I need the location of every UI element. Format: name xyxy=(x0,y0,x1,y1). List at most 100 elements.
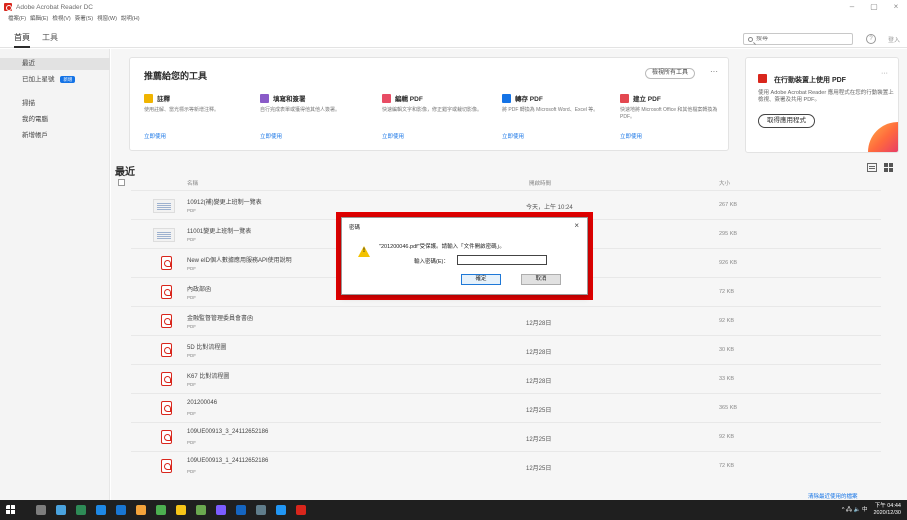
taskbar-app-icon[interactable] xyxy=(76,505,86,515)
windows-start-icon[interactable] xyxy=(6,505,16,515)
taskbar-app-icon[interactable] xyxy=(296,505,306,515)
select-all-checkbox[interactable] xyxy=(118,179,125,186)
table-row[interactable]: 金融監督管理委員會書函 PDF 12月28日 92 KB xyxy=(131,306,881,335)
file-type: PDF xyxy=(187,208,196,213)
recommended-title: 推薦給您的工具 xyxy=(144,71,208,81)
column-opened[interactable]: 開啟時間 xyxy=(529,179,551,187)
tab-home[interactable]: 首頁 xyxy=(14,32,30,48)
ok-button[interactable]: 確定 xyxy=(461,274,501,285)
help-icon[interactable]: ? xyxy=(866,34,876,44)
tool-desc: 快速編輯文字和影像，修正錯字或裁切影像。 xyxy=(382,107,483,113)
sidebar-item-label: 新增帳戶 xyxy=(22,132,48,139)
tool-edit-pdf[interactable]: 編輯 PDF 快速編輯文字和影像，修正錯字或裁切影像。 立即使用 xyxy=(382,93,497,140)
menu-view[interactable]: 檢視(V) xyxy=(52,14,70,24)
tab-tools[interactable]: 工具 xyxy=(42,32,58,48)
file-date: 12月25日 xyxy=(526,466,552,472)
taskbar-app-icon[interactable] xyxy=(96,505,106,515)
tool-use-link[interactable]: 立即使用 xyxy=(144,132,166,140)
table-row[interactable]: 201200046 PDF 12月25日 365 KB xyxy=(131,393,881,422)
file-name: 201200046 xyxy=(187,400,218,406)
tool-use-link[interactable]: 立即使用 xyxy=(502,132,524,140)
minimize-button[interactable]: – xyxy=(841,0,863,14)
file-size: 92 KB xyxy=(719,318,734,324)
tool-use-link[interactable]: 立即使用 xyxy=(260,132,282,140)
title-bar: Adobe Acrobat Reader DC – ▢ × xyxy=(0,0,907,14)
tool-name: 編輯 PDF xyxy=(395,96,423,103)
create-pdf-icon xyxy=(620,93,629,103)
edit-pdf-icon xyxy=(382,93,391,103)
sidebar-item-starred[interactable]: 已加上星號 新增 xyxy=(0,74,110,86)
password-input[interactable] xyxy=(457,255,547,265)
table-row[interactable]: 109UE00913_1_24112652186 PDF 12月25日 72 K… xyxy=(131,451,881,480)
taskbar-app-icon[interactable] xyxy=(36,505,46,515)
maximize-button[interactable]: ▢ xyxy=(863,0,885,14)
sidebar-item-label: 掃描 xyxy=(22,100,35,107)
file-date: 12月25日 xyxy=(526,408,552,414)
sidebar-item-my-computer[interactable]: 我的電腦 xyxy=(0,114,110,126)
tool-use-link[interactable]: 立即使用 xyxy=(382,132,404,140)
search-box[interactable] xyxy=(743,33,853,45)
system-tray: ^ 🖧 🔈 中 下午 04:44 2020/12/30 xyxy=(842,503,901,517)
see-all-tools-button[interactable]: 檢視所有工具 xyxy=(645,68,696,79)
signin-link[interactable]: 登入 xyxy=(888,35,900,44)
cancel-button[interactable]: 取消 xyxy=(521,274,561,285)
table-row[interactable]: 5D 比對流程圖 PDF 12月28日 30 KB xyxy=(131,335,881,364)
tool-comment[interactable]: 註釋 使用註解、當光標示等新增注釋。 立即使用 xyxy=(144,93,259,140)
recommended-tools-card: 推薦給您的工具 檢視所有工具 ··· 註釋 使用註解、當光標示等新增注釋。 立即… xyxy=(129,57,729,151)
get-app-button[interactable]: 取得應用程式 xyxy=(758,114,815,128)
table-row[interactable]: 109UE00913_3_24112652186 PDF 12月25日 92 K… xyxy=(131,422,881,451)
tool-desc: 使用註解、當光標示等新增注釋。 xyxy=(144,107,220,113)
tray-icons[interactable]: ^ 🖧 🔈 中 xyxy=(842,505,868,515)
tool-export-pdf[interactable]: 轉存 PDF 將 PDF 轉換為 Microsoft Word、Excel 等。… xyxy=(502,93,617,140)
taskbar-app-icon[interactable] xyxy=(136,505,146,515)
menu-window[interactable]: 視窗(W) xyxy=(97,14,117,24)
table-row[interactable]: K67 比對流程圖 PDF 12月28日 33 KB xyxy=(131,364,881,393)
recommended-more-icon[interactable]: ··· xyxy=(710,67,718,76)
tool-desc: 將 PDF 轉換為 Microsoft Word、Excel 等。 xyxy=(502,107,599,113)
menu-sign[interactable]: 簽署(S) xyxy=(75,14,93,24)
search-input[interactable] xyxy=(756,36,846,42)
tool-desc: 快速地將 Microsoft Office 和其他檔案轉換為 PDF。 xyxy=(620,107,718,120)
file-date: 今天，上午 10:24 xyxy=(526,205,573,211)
menu-edit[interactable]: 編輯(E) xyxy=(30,14,48,24)
taskbar-app-icon[interactable] xyxy=(196,505,206,515)
list-view-icon[interactable] xyxy=(867,163,877,172)
close-window-button[interactable]: × xyxy=(885,0,907,14)
pdf-file-icon xyxy=(161,256,172,270)
tool-create-pdf[interactable]: 建立 PDF 快速地將 Microsoft Office 和其他檔案轉換為 PD… xyxy=(620,93,735,140)
sidebar-item-recent[interactable]: 最近 xyxy=(0,58,110,70)
column-name[interactable]: 名稱 xyxy=(187,179,198,187)
dialog-close-icon[interactable]: × xyxy=(574,221,579,230)
file-name: 金融監督管理委員會書函 xyxy=(187,316,254,322)
promo-more-icon[interactable]: ··· xyxy=(881,70,888,77)
taskbar-app-icon[interactable] xyxy=(176,505,186,515)
taskbar-app-icon[interactable] xyxy=(256,505,266,515)
pdf-file-icon xyxy=(161,401,172,415)
recent-table-header: 名稱 開啟時間 大小 xyxy=(131,177,751,187)
sidebar-item-add-account[interactable]: 新增帳戶 xyxy=(0,130,110,142)
warning-icon xyxy=(358,246,370,257)
password-dialog: 密碼 × "201200046.pdf"受保護。請輸入「文件開啟密碼」。 輸入密… xyxy=(341,217,588,295)
export-pdf-icon xyxy=(502,93,511,103)
taskbar-app-icon[interactable] xyxy=(156,505,166,515)
taskbar-app-icon[interactable] xyxy=(276,505,286,515)
taskbar-app-icon[interactable] xyxy=(216,505,226,515)
grid-view-icon[interactable] xyxy=(884,163,893,172)
pdf-file-icon xyxy=(161,372,172,386)
clock[interactable]: 下午 04:44 2020/12/30 xyxy=(873,503,901,517)
taskbar-app-icon[interactable] xyxy=(116,505,126,515)
acrobat-promo-icon xyxy=(758,74,767,83)
mobile-promo-card: 在行動裝置上使用 PDF ··· 使用 Adobe Acrobat Reader… xyxy=(745,57,899,153)
menu-help[interactable]: 說明(H) xyxy=(121,14,140,24)
document-thumbnail-icon xyxy=(153,228,175,242)
tool-use-link[interactable]: 立即使用 xyxy=(620,132,642,140)
taskbar-app-icon[interactable] xyxy=(56,505,66,515)
clear-recent-link[interactable]: 清除最近使用的檔案 xyxy=(808,492,858,500)
menu-file[interactable]: 檔案(F) xyxy=(8,14,26,24)
column-size[interactable]: 大小 xyxy=(719,179,730,187)
sidebar-item-scan[interactable]: 掃描 xyxy=(0,98,110,110)
tool-fill-sign[interactable]: 填寫和簽署 自行完成表單或獲得他其他人簽署。 立即使用 xyxy=(260,93,375,140)
taskbar-app-icon[interactable] xyxy=(236,505,246,515)
pdf-file-icon xyxy=(161,285,172,299)
search-icon xyxy=(748,36,753,42)
